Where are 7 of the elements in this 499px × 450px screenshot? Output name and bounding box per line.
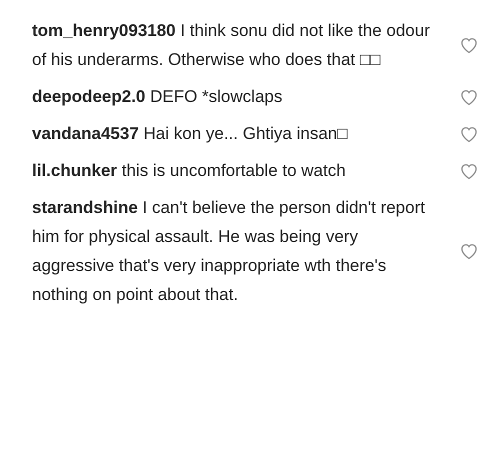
comment-text: tom_henry093180 I think sonu did not like the odour of his underarms. Otherwise who does that □□ (32, 20, 431, 71)
comment-text: lil.chunker this is uncomfortable to watch (32, 160, 347, 182)
comment-text: vandana4537 Hai kon ye... Ghtiya insan□ (32, 123, 348, 145)
comment-text: starandshine I can't believe the person didn't report him for physical assault. He was being very aggressive that's very inappropriate wth there's nothing on point about that. (32, 197, 426, 306)
heart-icon[interactable] (459, 241, 479, 261)
heart-icon[interactable] (459, 35, 479, 55)
comment-text: deepodeep2.0 DEFO *slowclaps (32, 86, 284, 108)
